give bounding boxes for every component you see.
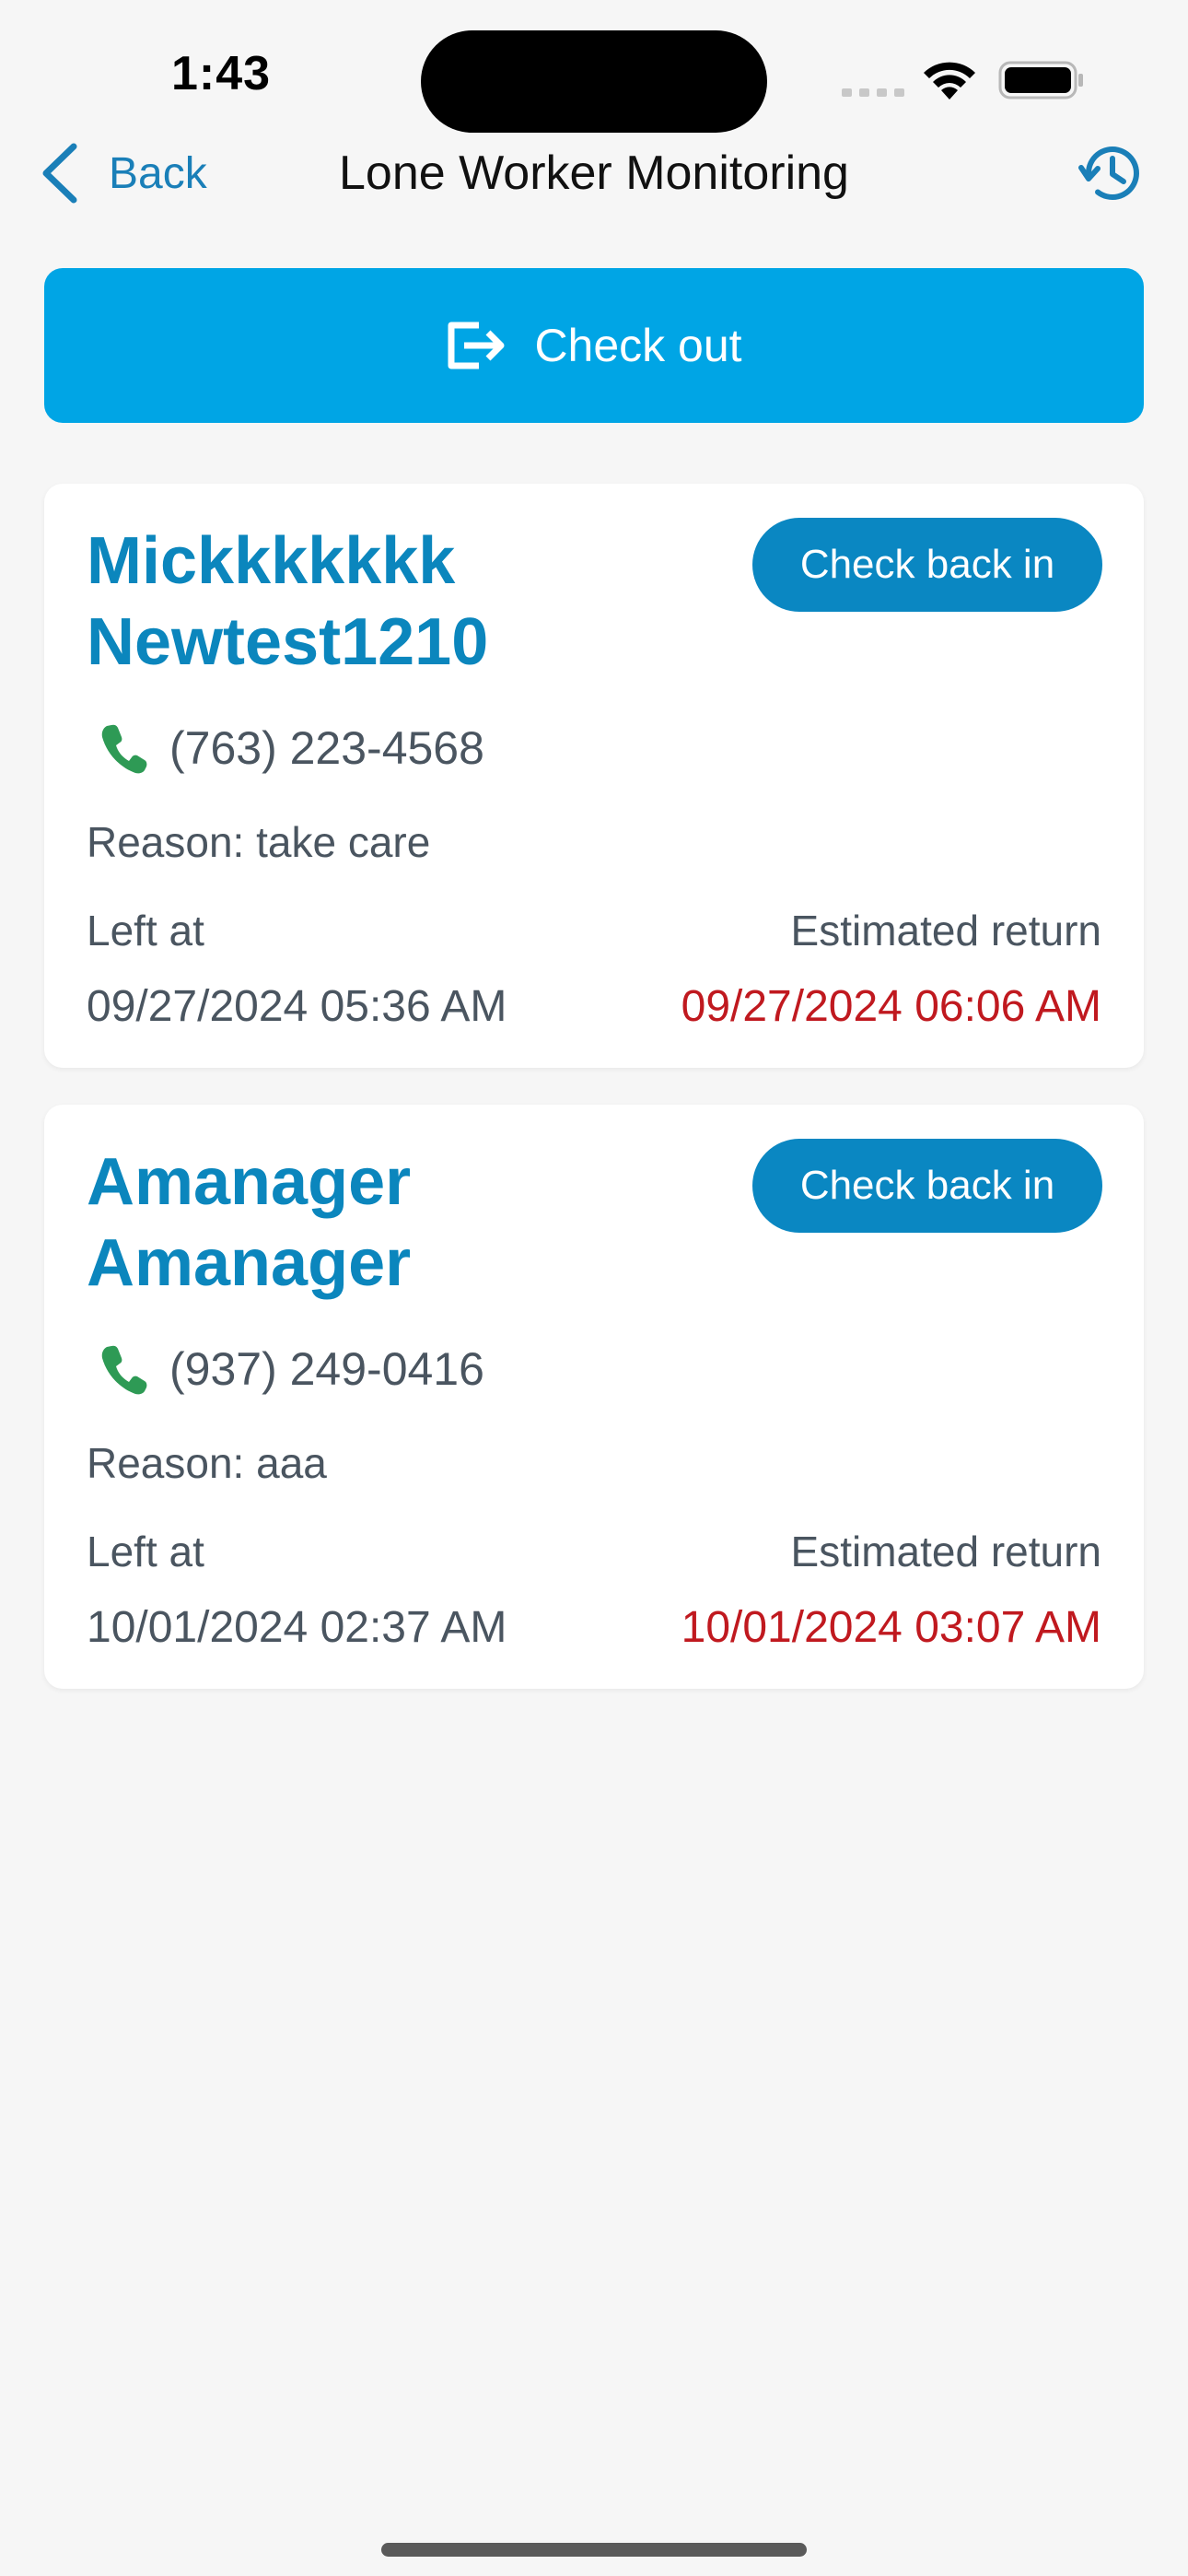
home-indicator[interactable]: [381, 2543, 807, 2557]
wifi-icon: [924, 62, 975, 100]
estimated-return-label: Estimated return: [790, 1528, 1101, 1575]
phone-link[interactable]: (937) 249-0416: [99, 1337, 484, 1401]
left-at-value: 09/27/2024 05:36 AM: [87, 982, 507, 1031]
exit-door-icon: [448, 322, 505, 369]
phone-number: (763) 223-4568: [169, 722, 484, 774]
dynamic-island: [421, 30, 767, 133]
signal-icon: [842, 88, 904, 97]
worker-name: Amanager Amanager: [87, 1145, 412, 1300]
worker-card: Amanager Amanager Check back in (937) 24…: [44, 1105, 1144, 1689]
check-out-button[interactable]: Check out: [44, 268, 1144, 423]
phone-icon: [101, 724, 147, 774]
battery-icon: [998, 61, 1083, 100]
back-button[interactable]: Back: [37, 136, 207, 210]
reason-text: Reason: aaa: [87, 1439, 327, 1487]
chevron-left-icon: [42, 143, 77, 204]
phone-number: (937) 249-0416: [169, 1343, 484, 1395]
estimated-return-label: Estimated return: [790, 907, 1101, 954]
history-clock-icon[interactable]: [1077, 140, 1144, 206]
left-at-value: 10/01/2024 02:37 AM: [87, 1603, 507, 1652]
status-bar: 1:43: [0, 0, 1188, 157]
left-at-label: Left at: [87, 907, 204, 954]
back-label: Back: [109, 148, 207, 198]
check-back-in-button[interactable]: Check back in: [752, 518, 1102, 612]
check-out-label: Check out: [534, 320, 742, 371]
phone-link[interactable]: (763) 223-4568: [99, 716, 484, 780]
left-at-label: Left at: [87, 1528, 204, 1575]
estimated-return-value: 09/27/2024 06:06 AM: [681, 982, 1101, 1031]
worker-name: Mickkkkkkk Newtest1210: [87, 524, 489, 679]
reason-text: Reason: take care: [87, 818, 431, 866]
worker-card: Mickkkkkkk Newtest1210 Check back in (76…: [44, 484, 1144, 1068]
status-time: 1:43: [171, 47, 272, 100]
phone-icon: [101, 1345, 147, 1395]
estimated-return-value: 10/01/2024 03:07 AM: [681, 1603, 1101, 1652]
check-back-in-button[interactable]: Check back in: [752, 1139, 1102, 1233]
